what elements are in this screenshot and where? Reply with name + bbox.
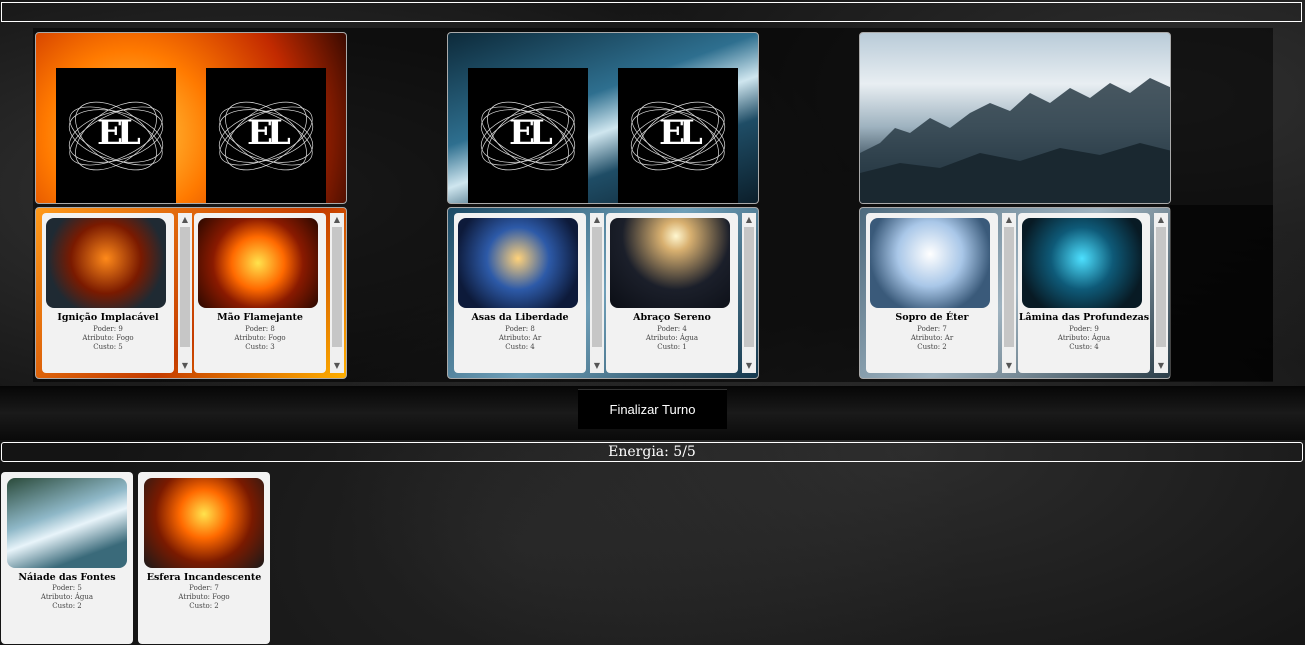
opponent-bar: [1, 2, 1302, 22]
el-logo-icon: EL: [623, 91, 733, 181]
end-turn-button[interactable]: Finalizar Turno: [578, 389, 727, 429]
card-power: Poder: 5: [52, 584, 82, 592]
scroll-down-icon[interactable]: ▼: [1154, 359, 1168, 373]
location-fire[interactable]: EL EL: [35, 32, 347, 204]
board-card[interactable]: Lâmina das Profundezas Poder: 9 Atributo…: [1018, 213, 1150, 373]
card-attribute: Atributo: Fogo: [234, 334, 286, 342]
card-attribute: Atributo: Água: [40, 593, 94, 601]
scroll-thumb[interactable]: [744, 227, 754, 347]
face-down-card: EL: [56, 68, 176, 203]
scroll-thumb[interactable]: [592, 227, 602, 347]
card-scrollbar[interactable]: ▲ ▼: [178, 213, 192, 373]
board-card[interactable]: Asas da Liberdade Poder: 8 Atributo: Ar …: [454, 213, 586, 373]
card-scrollbar[interactable]: ▲ ▼: [330, 213, 344, 373]
card-art: [458, 218, 578, 308]
face-down-card: EL: [618, 68, 738, 203]
card-scrollbar[interactable]: ▲ ▼: [1154, 213, 1168, 373]
energy-display: Energia: 5/5: [1, 442, 1303, 462]
scroll-down-icon[interactable]: ▼: [330, 359, 344, 373]
hand-card[interactable]: Esfera Incandescente Poder: 7 Atributo: …: [138, 472, 270, 644]
location-water[interactable]: EL EL: [447, 32, 759, 204]
card-scrollbar[interactable]: ▲ ▼: [590, 213, 604, 373]
card-art: [144, 478, 264, 568]
card-name: Esfera Incandescente: [146, 572, 262, 583]
board-card[interactable]: Mão Flamejante Poder: 8 Atributo: Fogo C…: [194, 213, 326, 373]
face-down-card: EL: [468, 68, 588, 203]
scroll-up-icon[interactable]: ▲: [742, 213, 756, 227]
scroll-up-icon[interactable]: ▲: [590, 213, 604, 227]
card-attribute: Atributo: Ar: [910, 334, 954, 342]
board-card[interactable]: Ignição Implacável Poder: 9 Atributo: Fo…: [42, 213, 174, 373]
scroll-thumb[interactable]: [1004, 227, 1014, 347]
location-mist[interactable]: [859, 32, 1171, 204]
card-attribute: Atributo: Fogo: [178, 593, 230, 601]
card-cost: Custo: 4: [505, 343, 535, 351]
card-art: [198, 218, 318, 308]
scroll-thumb[interactable]: [332, 227, 342, 347]
el-logo-icon: EL: [473, 91, 583, 181]
card-scrollbar[interactable]: ▲ ▼: [742, 213, 756, 373]
card-cost: Custo: 2: [189, 602, 219, 610]
lane-fire[interactable]: Ignição Implacável Poder: 9 Atributo: Fo…: [35, 207, 347, 379]
card-name: Náiade das Fontes: [18, 572, 116, 583]
card-power: Poder: 7: [189, 584, 219, 592]
scroll-down-icon[interactable]: ▼: [742, 359, 756, 373]
card-attribute: Atributo: Água: [1057, 334, 1111, 342]
card-art: [610, 218, 730, 308]
card-attribute: Atributo: Ar: [498, 334, 542, 342]
scroll-up-icon[interactable]: ▲: [1002, 213, 1016, 227]
board-card[interactable]: Abraço Sereno Poder: 4 Atributo: Água Cu…: [606, 213, 738, 373]
scroll-up-icon[interactable]: ▲: [178, 213, 192, 227]
scroll-up-icon[interactable]: ▲: [1154, 213, 1168, 227]
card-power: Poder: 4: [657, 325, 687, 333]
card-name: Ignição Implacável: [57, 312, 159, 323]
card-name: Asas da Liberdade: [471, 312, 569, 323]
lane-overflow-area: [1170, 205, 1273, 381]
el-logo-icon: EL: [211, 91, 321, 181]
scroll-down-icon[interactable]: ▼: [590, 359, 604, 373]
card-power: Poder: 7: [917, 325, 947, 333]
card-attribute: Atributo: Água: [645, 334, 699, 342]
card-name: Lâmina das Profundezas: [1018, 312, 1150, 323]
card-power: Poder: 8: [505, 325, 535, 333]
lane-mist[interactable]: Sopro de Éter Poder: 7 Atributo: Ar Cust…: [859, 207, 1171, 379]
card-cost: Custo: 1: [657, 343, 687, 351]
card-cost: Custo: 2: [52, 602, 82, 610]
card-art: [1022, 218, 1142, 308]
lane-water[interactable]: Asas da Liberdade Poder: 8 Atributo: Ar …: [447, 207, 759, 379]
card-cost: Custo: 5: [93, 343, 123, 351]
card-name: Sopro de Éter: [895, 312, 969, 323]
el-logo-icon: EL: [61, 91, 171, 181]
card-art: [7, 478, 127, 568]
scroll-down-icon[interactable]: ▼: [1002, 359, 1016, 373]
card-cost: Custo: 3: [245, 343, 275, 351]
board-card[interactable]: Sopro de Éter Poder: 7 Atributo: Ar Cust…: [866, 213, 998, 373]
card-attribute: Atributo: Fogo: [82, 334, 134, 342]
card-power: Poder: 8: [245, 325, 275, 333]
card-art: [46, 218, 166, 308]
forest-icon: [860, 78, 1170, 203]
scroll-down-icon[interactable]: ▼: [178, 359, 192, 373]
hand-card[interactable]: Náiade das Fontes Poder: 5 Atributo: Águ…: [1, 472, 133, 644]
scroll-thumb[interactable]: [1156, 227, 1166, 347]
card-cost: Custo: 2: [917, 343, 947, 351]
card-name: Mão Flamejante: [217, 312, 303, 323]
card-power: Poder: 9: [93, 325, 123, 333]
card-cost: Custo: 4: [1069, 343, 1099, 351]
scroll-thumb[interactable]: [180, 227, 190, 347]
card-art: [870, 218, 990, 308]
face-down-card: EL: [206, 68, 326, 203]
scroll-up-icon[interactable]: ▲: [330, 213, 344, 227]
card-scrollbar[interactable]: ▲ ▼: [1002, 213, 1016, 373]
card-name: Abraço Sereno: [633, 312, 711, 323]
card-power: Poder: 9: [1069, 325, 1099, 333]
